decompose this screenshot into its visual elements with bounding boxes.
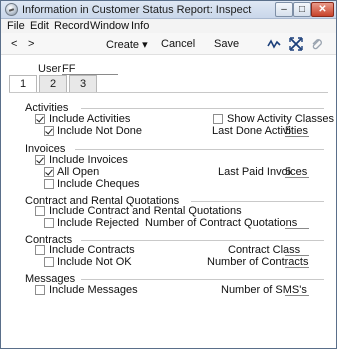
last-paid-invoices-field[interactable]: 5 xyxy=(285,166,309,178)
include-activities-label: Include Activities xyxy=(49,113,131,125)
include-not-ok-checkbox[interactable] xyxy=(44,257,54,267)
tab-1[interactable]: 1 xyxy=(9,75,37,93)
all-open-label: All Open xyxy=(57,166,100,178)
include-cheques-checkbox[interactable] xyxy=(44,179,54,189)
include-contracts-checkbox[interactable] xyxy=(35,245,45,255)
activities-rule xyxy=(81,108,324,109)
create-button[interactable]: Create ▾ xyxy=(106,38,148,51)
include-not-ok-label: Include Not OK xyxy=(57,256,132,268)
expand-arrows-icon[interactable] xyxy=(289,37,303,51)
number-of-contract-quotations-label: Number of Contract Quotations xyxy=(145,217,298,229)
app-icon xyxy=(5,3,18,16)
minimize-button[interactable]: – xyxy=(275,2,293,17)
include-rejected-checkbox[interactable] xyxy=(44,218,54,228)
next-record-button[interactable]: > xyxy=(28,38,34,50)
messages-rule xyxy=(81,279,324,280)
include-messages-label: Include Messages xyxy=(49,284,138,296)
include-contract-quotations-label: Include Contract and Rental Quotations xyxy=(49,205,242,217)
menu-record[interactable]: Record xyxy=(54,20,89,32)
previous-record-button[interactable]: < xyxy=(11,38,17,50)
include-rejected-label: Include Rejected xyxy=(57,217,139,229)
tab-3[interactable]: 3 xyxy=(69,75,97,92)
include-contract-quotations-checkbox[interactable] xyxy=(35,206,45,216)
invoices-rule xyxy=(75,149,324,150)
tab-divider xyxy=(9,92,328,93)
window: Information in Customer Status Report: I… xyxy=(0,0,337,349)
close-button[interactable]: ✕ xyxy=(311,2,334,17)
include-invoices-checkbox[interactable] xyxy=(35,155,45,165)
title-bar: Information in Customer Status Report: I… xyxy=(1,1,336,19)
include-contracts-label: Include Contracts xyxy=(49,244,135,256)
activity-pulse-icon[interactable] xyxy=(267,37,281,51)
show-activity-classes-checkbox[interactable] xyxy=(213,114,223,124)
window-title: Information in Customer Status Report: I… xyxy=(22,4,252,16)
last-done-activities-field[interactable]: 5 xyxy=(285,125,309,137)
user-field[interactable]: FF xyxy=(62,63,118,75)
include-not-done-label: Include Not Done xyxy=(57,125,142,137)
menu-bar: File Edit Record Window Info xyxy=(1,19,336,33)
cancel-button[interactable]: Cancel xyxy=(161,38,195,50)
maximize-button[interactable]: □ xyxy=(293,2,311,17)
contracts-rule xyxy=(81,240,324,241)
include-invoices-label: Include Invoices xyxy=(49,154,128,166)
save-button[interactable]: Save xyxy=(214,38,239,50)
menu-info[interactable]: Info xyxy=(131,20,149,32)
include-not-done-checkbox[interactable] xyxy=(44,126,54,136)
include-cheques-label: Include Cheques xyxy=(57,178,140,190)
number-of-sms-field[interactable] xyxy=(285,284,309,296)
toolbar: < > Create ▾ Cancel Save xyxy=(1,33,336,55)
menu-window[interactable]: Window xyxy=(90,20,129,32)
menu-file[interactable]: File xyxy=(7,20,25,32)
menu-edit[interactable]: Edit xyxy=(30,20,49,32)
all-open-checkbox[interactable] xyxy=(44,167,54,177)
include-messages-checkbox[interactable] xyxy=(35,285,45,295)
contract-quotations-rule xyxy=(191,201,324,202)
include-activities-checkbox[interactable] xyxy=(35,114,45,124)
user-label: User xyxy=(38,63,62,75)
attachment-clip-icon[interactable] xyxy=(310,37,324,51)
number-of-contract-quotations-field[interactable] xyxy=(285,217,309,229)
number-of-contracts-field[interactable] xyxy=(285,256,309,268)
contract-class-field[interactable] xyxy=(285,244,309,256)
show-activity-classes-label: Show Activity Classes xyxy=(227,113,334,125)
tab-2[interactable]: 2 xyxy=(39,75,67,92)
